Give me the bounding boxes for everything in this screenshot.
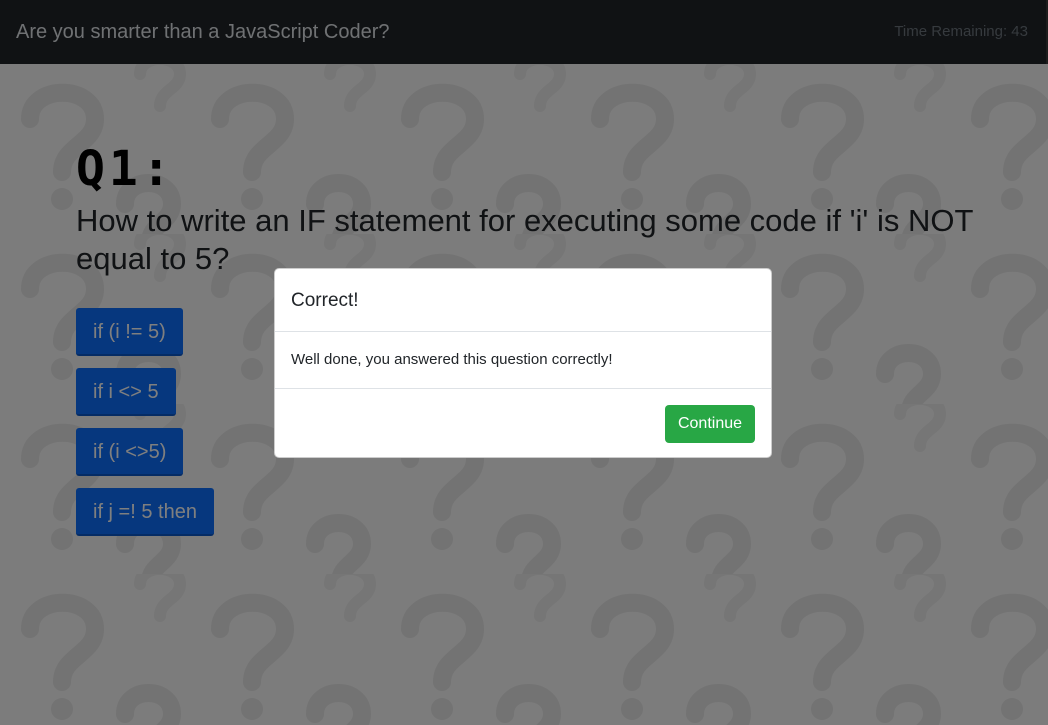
continue-button[interactable]: Continue [665, 405, 755, 443]
modal-body: Well done, you answered this question co… [275, 332, 771, 389]
result-modal: Correct! Well done, you answered this qu… [274, 268, 772, 458]
modal-title: Correct! [291, 290, 359, 311]
modal-header: Correct! [275, 269, 771, 332]
modal-message: Well done, you answered this question co… [291, 351, 613, 368]
